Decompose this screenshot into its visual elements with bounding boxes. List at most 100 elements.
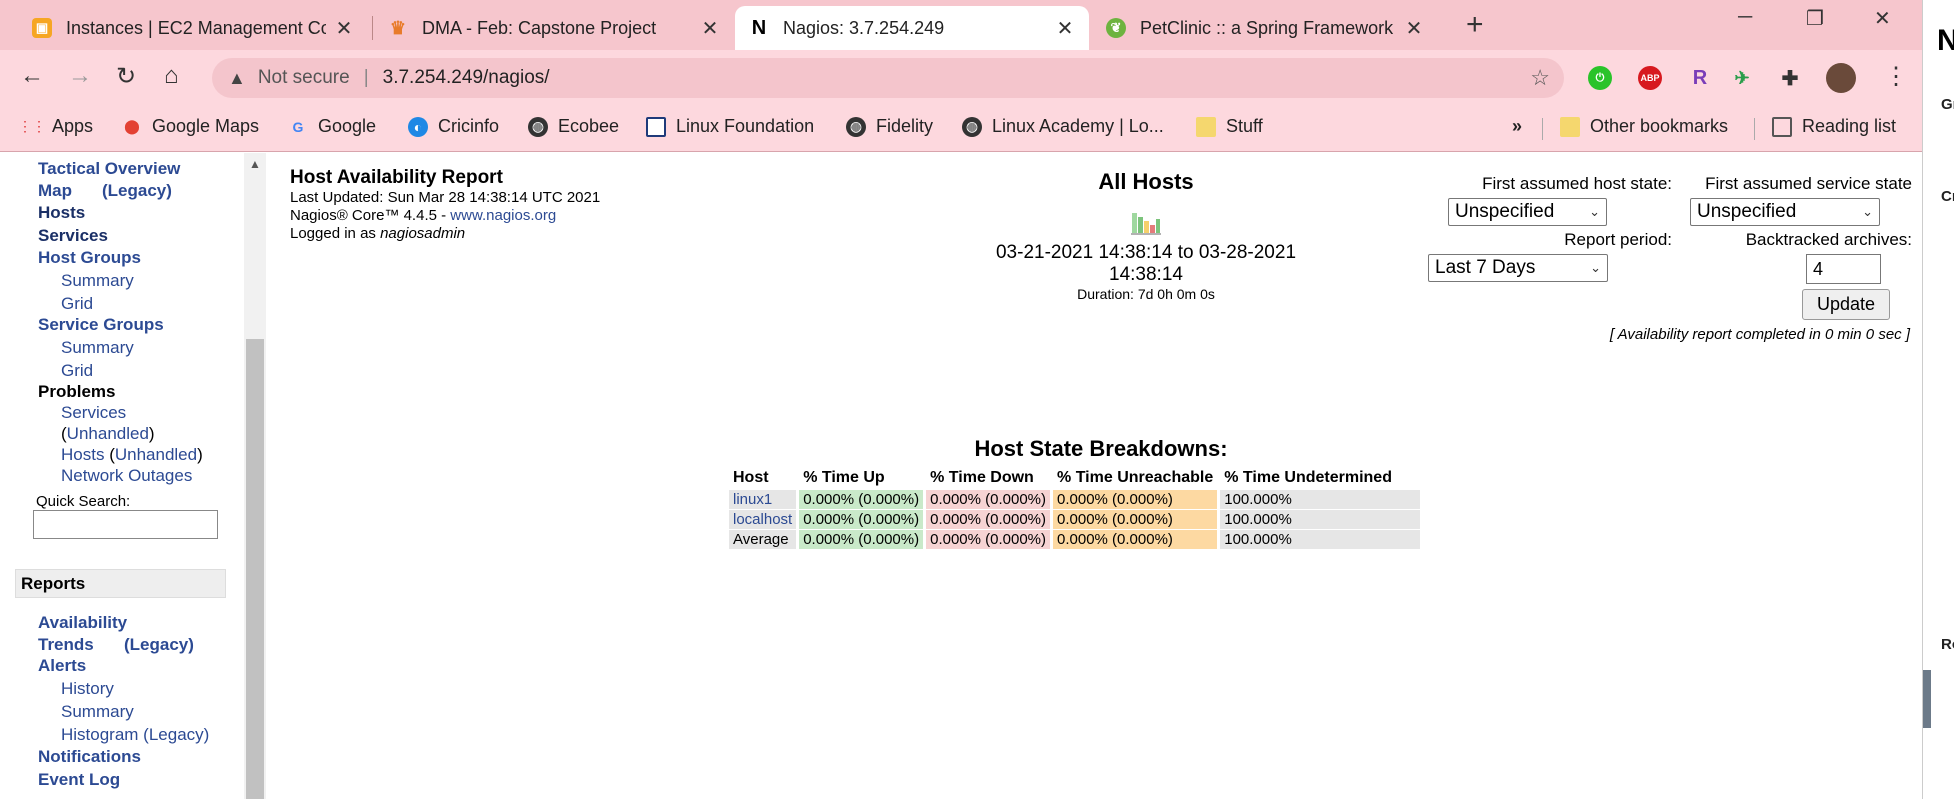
nav-host-groups-grid[interactable]: Grid [61,294,93,314]
nav-service-groups-summary[interactable]: Summary [61,338,134,358]
nagios-link[interactable]: www.nagios.org [450,207,556,224]
nav-services-unhandled[interactable]: Unhandled [67,424,149,443]
close-icon[interactable]: ✕ [1055,16,1075,41]
bookmark-fidelity[interactable]: ◍ Fidelity [846,116,933,137]
r-extension-icon[interactable]: R [1688,66,1712,90]
nav-alerts-history[interactable]: History [61,679,114,699]
new-tab-button[interactable]: + [1466,8,1484,42]
nav-alerts[interactable]: Alerts [38,656,86,676]
extension-green-icon[interactable]: ⏻ [1588,66,1612,90]
table-row: Average 0.000% (0.000%) 0.000% (0.000%) … [729,530,1421,549]
select-value: Unspecified [1697,201,1797,222]
nav-map-legacy[interactable]: (Legacy) [102,181,172,201]
host-link[interactable]: linux1 [729,490,797,509]
scrollbar-thumb[interactable] [246,339,264,799]
tab-dma[interactable]: ♛ DMA - Feb: Capstone Project ✕ [374,6,734,50]
scroll-up-icon[interactable]: ▲ [249,157,261,171]
time-down-cell: 0.000% (0.000%) [926,490,1051,509]
nav-service-groups[interactable]: Service Groups [38,315,164,335]
close-icon[interactable]: ✕ [700,16,720,41]
nav-problems-services[interactable]: Services [61,403,126,423]
reload-icon[interactable]: ↻ [116,62,136,91]
nav-network-outages[interactable]: Network Outages [61,466,192,486]
time-down-cell: 0.000% (0.000%) [926,510,1051,529]
bookmark-cricinfo[interactable]: ◐ Cricinfo [408,116,499,137]
time-down-cell: 0.000% (0.000%) [926,530,1051,549]
home-icon[interactable]: ⌂ [164,62,179,90]
browser-toolbar: ← → ↻ ⌂ ▲ Not secure | 3.7.254.249/nagio… [0,50,1922,104]
star-icon[interactable]: ☆ [1530,65,1550,91]
nav-service-groups-grid[interactable]: Grid [61,361,93,381]
tab-petclinic[interactable]: ❦ PetClinic :: a Spring Framework d ✕ [1092,6,1438,50]
window-close-icon[interactable]: ✕ [1874,6,1891,31]
tab-nagios[interactable]: N Nagios: 3.7.254.249 ✕ [735,6,1089,50]
bookmark-stuff[interactable]: Stuff [1196,116,1263,137]
update-button[interactable]: Update [1802,289,1890,320]
tab-strip: ▣ Instances | EC2 Management Con ✕ ♛ DMA… [0,0,1922,50]
tab-title: Instances | EC2 Management Con [66,17,326,38]
host-link[interactable]: localhost [729,510,797,529]
backtracked-label: Backtracked archives: [1745,230,1912,249]
trends-chart-icon[interactable] [1131,211,1161,235]
nav-hosts-unhandled[interactable]: Unhandled [115,445,197,464]
first-service-state-select[interactable]: Unspecified ⌄ [1690,198,1880,226]
report-header: All Hosts 03-21-2021 14:38:14 to 03-28-2… [966,169,1326,302]
bookmark-linux-foundation[interactable]: Linux Foundation [646,116,814,137]
time-up-cell: 0.000% (0.000%) [799,490,924,509]
nav-notifications[interactable]: Notifications [38,747,141,767]
bookmark-label: Ecobee [558,116,620,136]
restore-icon[interactable]: ❐ [1806,6,1824,31]
address-bar[interactable]: ▲ Not secure | 3.7.254.249/nagios/ ☆ [212,58,1564,98]
close-icon[interactable]: ✕ [1404,16,1424,41]
time-undetermined-cell: 100.000% [1220,510,1421,529]
nav-alerts-histogram[interactable]: Histogram (Legacy) [61,725,209,745]
nav-problem-hosts[interactable]: Hosts [61,445,104,464]
reports-header: Reports [15,569,226,598]
nav-alerts-summary[interactable]: Summary [61,702,134,722]
bookmarks-overflow[interactable]: » [1512,116,1522,137]
tab-ec2[interactable]: ▣ Instances | EC2 Management Con ✕ [18,6,368,50]
back-icon[interactable]: ← [20,62,44,90]
nav-availability[interactable]: Availability [38,613,127,633]
col-time-up: % Time Up [803,469,885,486]
nav-hosts[interactable]: Hosts [38,203,85,223]
first-host-state-select[interactable]: Unspecified ⌄ [1448,198,1607,226]
forward-icon[interactable]: → [68,62,92,90]
bookmark-google-maps[interactable]: ⬤ Google Maps [122,116,259,137]
nav-problems[interactable]: Problems [38,382,115,402]
backtracked-input[interactable]: 4 [1806,254,1881,284]
menu-icon[interactable]: ⋮ [1884,62,1908,91]
bird-extension-icon[interactable]: ✈ [1730,66,1754,90]
bookmark-linux-academy[interactable]: ◍ Linux Academy | Lo... [962,116,1164,137]
bookmark-label: Stuff [1226,116,1263,136]
extensions-puzzle-icon[interactable]: ✚ [1778,66,1802,90]
bookmark-apps[interactable]: ⋮⋮ Apps [18,116,93,137]
quick-search-input[interactable] [33,510,218,539]
nav-services[interactable]: Services [38,226,108,246]
chevron-down-icon: ⌄ [1589,204,1600,219]
bookmark-google[interactable]: G Google [288,116,377,137]
nav-host-groups-summary[interactable]: Summary [61,271,134,291]
adblock-icon[interactable]: ABP [1638,66,1662,90]
bookmark-ecobee[interactable]: ◍ Ecobee [528,116,619,137]
nav-trends-legacy[interactable]: (Legacy) [124,635,194,655]
sidebar-scrollbar[interactable]: ▲ [244,153,266,799]
reading-list[interactable]: Reading list [1772,116,1896,137]
tab-title: PetClinic :: a Spring Framework d [1140,17,1396,38]
globe-icon: ◍ [962,116,982,137]
nav-event-log[interactable]: Event Log [38,770,120,790]
linux-foundation-icon [646,116,666,137]
nagios-icon: N [749,17,769,39]
report-info: Host Availability Report Last Updated: S… [290,167,600,243]
nav-map[interactable]: Map [38,181,72,201]
nav-host-groups[interactable]: Host Groups [38,248,141,268]
avatar[interactable] [1826,63,1856,93]
report-period-select[interactable]: Last 7 Days ⌄ [1428,254,1608,282]
bookmark-label: Linux Foundation [676,116,815,136]
close-icon[interactable]: ✕ [334,16,354,41]
other-bookmarks[interactable]: Other bookmarks [1560,116,1728,137]
nav-tactical-overview[interactable]: Tactical Overview [38,159,180,179]
nav-trends[interactable]: Trends [38,635,94,655]
cricinfo-icon: ◐ [408,116,428,137]
minimize-icon[interactable]: ─ [1738,6,1752,29]
